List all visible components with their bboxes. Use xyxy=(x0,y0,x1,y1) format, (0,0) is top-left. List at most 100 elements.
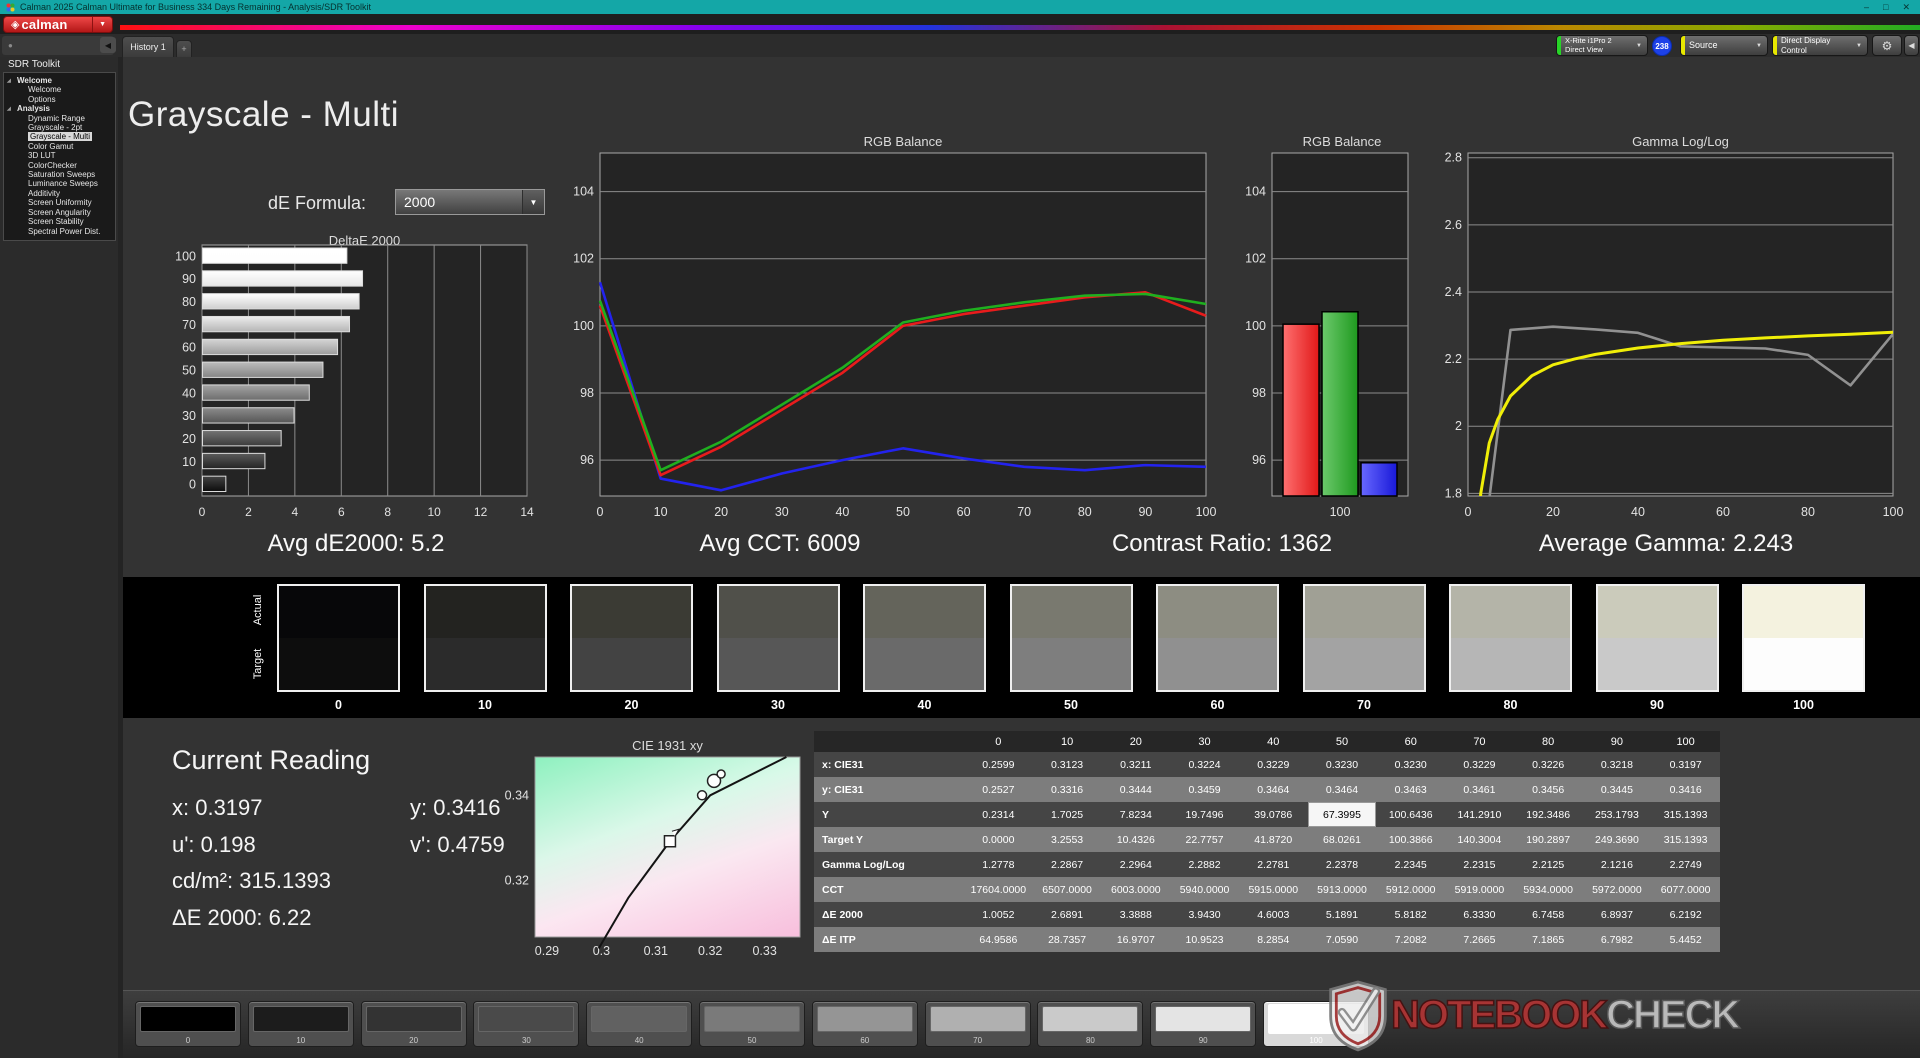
table-cell[interactable]: 7.1865 xyxy=(1514,927,1583,952)
source-dropdown[interactable]: Source ▼ xyxy=(1680,35,1768,56)
table-cell[interactable]: 8.2854 xyxy=(1239,927,1308,952)
table-cell[interactable]: 5.4452 xyxy=(1651,927,1720,952)
table-cell[interactable]: 2.2867 xyxy=(1033,852,1102,877)
patch-button-90[interactable]: 90 xyxy=(1150,1001,1256,1047)
workspace-panel[interactable]: ● xyxy=(2,36,114,55)
table-cell[interactable]: 0.2599 xyxy=(964,752,1033,777)
table-cell[interactable]: 1.2778 xyxy=(964,852,1033,877)
table-cell[interactable]: 5919.0000 xyxy=(1445,877,1514,902)
table-cell[interactable]: 0.3226 xyxy=(1514,752,1583,777)
table-cell[interactable]: 0.3461 xyxy=(1445,777,1514,802)
table-cell[interactable]: 3.3888 xyxy=(1101,902,1170,927)
sidebar-item-colorchecker[interactable]: ColorChecker xyxy=(4,161,115,170)
sidebar-item-color-gamut[interactable]: Color Gamut xyxy=(4,142,115,151)
sidebar-item-saturation-sweeps[interactable]: Saturation Sweeps xyxy=(4,170,115,179)
patch-button-80[interactable]: 80 xyxy=(1037,1001,1143,1047)
table-cell[interactable]: 0.3211 xyxy=(1101,752,1170,777)
table-cell[interactable]: 6003.0000 xyxy=(1101,877,1170,902)
table-cell[interactable]: 2.2749 xyxy=(1651,852,1720,877)
table-cell[interactable]: 0.3229 xyxy=(1239,752,1308,777)
table-cell[interactable]: 6.7458 xyxy=(1514,902,1583,927)
table-cell[interactable]: 6077.0000 xyxy=(1651,877,1720,902)
table-cell[interactable]: 0.3316 xyxy=(1033,777,1102,802)
sidebar-collapse-button[interactable]: ◀ xyxy=(100,37,116,53)
sidebar-item-luminance-sweeps[interactable]: Luminance Sweeps xyxy=(4,179,115,188)
table-cell[interactable]: 10.4326 xyxy=(1101,827,1170,852)
table-cell[interactable]: 1.7025 xyxy=(1033,802,1102,827)
table-cell[interactable]: 41.8720 xyxy=(1239,827,1308,852)
table-cell[interactable]: 249.3690 xyxy=(1583,827,1652,852)
table-cell[interactable]: 0.3197 xyxy=(1651,752,1720,777)
patch-button-0[interactable]: 0 xyxy=(135,1001,241,1047)
table-cell[interactable]: 1.0052 xyxy=(964,902,1033,927)
table-cell[interactable]: 0.3464 xyxy=(1239,777,1308,802)
table-cell[interactable]: 17604.0000 xyxy=(964,877,1033,902)
table-cell[interactable]: 64.9586 xyxy=(964,927,1033,952)
calman-logo-button[interactable]: ◈ calman ▼ xyxy=(3,16,113,33)
calman-menu-caret-icon[interactable]: ▼ xyxy=(92,17,112,32)
table-cell[interactable]: 3.9430 xyxy=(1170,902,1239,927)
sidebar-item-grayscale-2pt[interactable]: Grayscale - 2pt xyxy=(4,123,115,132)
table-cell[interactable]: 2.2781 xyxy=(1239,852,1308,877)
table-cell[interactable]: 67.3995 xyxy=(1308,802,1377,827)
table-cell[interactable]: 22.7757 xyxy=(1170,827,1239,852)
table-cell[interactable]: 0.3230 xyxy=(1376,752,1445,777)
sidebar-item-analysis[interactable]: ◢Analysis xyxy=(4,104,115,113)
table-cell[interactable]: 2.2378 xyxy=(1308,852,1377,877)
sidebar-item-dynamic-range[interactable]: Dynamic Range xyxy=(4,114,115,123)
table-cell[interactable]: 5.1891 xyxy=(1308,902,1377,927)
sidebar-item-grayscale-multi[interactable]: Grayscale - Multi xyxy=(4,132,115,141)
patch-button-60[interactable]: 60 xyxy=(812,1001,918,1047)
patch-button-40[interactable]: 40 xyxy=(586,1001,692,1047)
table-cell[interactable]: 6.7982 xyxy=(1583,927,1652,952)
table-cell[interactable]: 141.2910 xyxy=(1445,802,1514,827)
meter-dropdown[interactable]: X-Rite i1Pro 2 Direct View ▼ xyxy=(1556,35,1648,56)
table-cell[interactable]: 0.3229 xyxy=(1445,752,1514,777)
table-cell[interactable]: 7.8234 xyxy=(1101,802,1170,827)
table-cell[interactable]: 192.3486 xyxy=(1514,802,1583,827)
table-cell[interactable]: 0.3218 xyxy=(1583,752,1652,777)
sidebar-item-additivity[interactable]: Additivity xyxy=(4,189,115,198)
table-cell[interactable]: 0.3224 xyxy=(1170,752,1239,777)
table-cell[interactable]: 6.3330 xyxy=(1445,902,1514,927)
table-cell[interactable]: 68.0261 xyxy=(1308,827,1377,852)
table-cell[interactable]: 6.2192 xyxy=(1651,902,1720,927)
patch-button-70[interactable]: 70 xyxy=(925,1001,1031,1047)
sidebar-item-spectral-power-dist-[interactable]: Spectral Power Dist. xyxy=(4,227,115,236)
panel-collapse-icon[interactable]: ◀ xyxy=(1904,35,1919,56)
sidebar-item-screen-angularity[interactable]: Screen Angularity xyxy=(4,208,115,217)
patch-button-30[interactable]: 30 xyxy=(473,1001,579,1047)
table-cell[interactable]: 3.2553 xyxy=(1033,827,1102,852)
table-cell[interactable]: 190.2897 xyxy=(1514,827,1583,852)
table-cell[interactable]: 100.3866 xyxy=(1376,827,1445,852)
table-cell[interactable]: 0.3230 xyxy=(1308,752,1377,777)
table-cell[interactable]: 0.3123 xyxy=(1033,752,1102,777)
table-cell[interactable]: 5913.0000 xyxy=(1308,877,1377,902)
table-cell[interactable]: 315.1393 xyxy=(1651,827,1720,852)
table-cell[interactable]: 2.1216 xyxy=(1583,852,1652,877)
table-cell[interactable]: 0.3464 xyxy=(1308,777,1377,802)
table-cell[interactable]: 7.2665 xyxy=(1445,927,1514,952)
minimize-icon[interactable]: – xyxy=(1864,2,1869,13)
table-cell[interactable]: 0.0000 xyxy=(964,827,1033,852)
table-cell[interactable]: 2.2345 xyxy=(1376,852,1445,877)
table-cell[interactable]: 5.8182 xyxy=(1376,902,1445,927)
patch-button-20[interactable]: 20 xyxy=(361,1001,467,1047)
sidebar-item-screen-uniformity[interactable]: Screen Uniformity xyxy=(4,198,115,207)
sidebar-item-welcome[interactable]: Welcome xyxy=(4,85,115,94)
table-cell[interactable]: 5940.0000 xyxy=(1170,877,1239,902)
table-cell[interactable]: 6507.0000 xyxy=(1033,877,1102,902)
table-cell[interactable]: 5915.0000 xyxy=(1239,877,1308,902)
table-cell[interactable]: 10.9523 xyxy=(1170,927,1239,952)
table-cell[interactable]: 39.0786 xyxy=(1239,802,1308,827)
table-cell[interactable]: 2.2964 xyxy=(1101,852,1170,877)
table-cell[interactable]: 0.2527 xyxy=(964,777,1033,802)
tab-history-1[interactable]: History 1 xyxy=(122,36,174,57)
table-cell[interactable]: 4.6003 xyxy=(1239,902,1308,927)
table-cell[interactable]: 140.3004 xyxy=(1445,827,1514,852)
table-cell[interactable]: 2.2125 xyxy=(1514,852,1583,877)
table-cell[interactable]: 5934.0000 xyxy=(1514,877,1583,902)
table-cell[interactable]: 315.1393 xyxy=(1651,802,1720,827)
table-cell[interactable]: 6.8937 xyxy=(1583,902,1652,927)
table-cell[interactable]: 2.2882 xyxy=(1170,852,1239,877)
